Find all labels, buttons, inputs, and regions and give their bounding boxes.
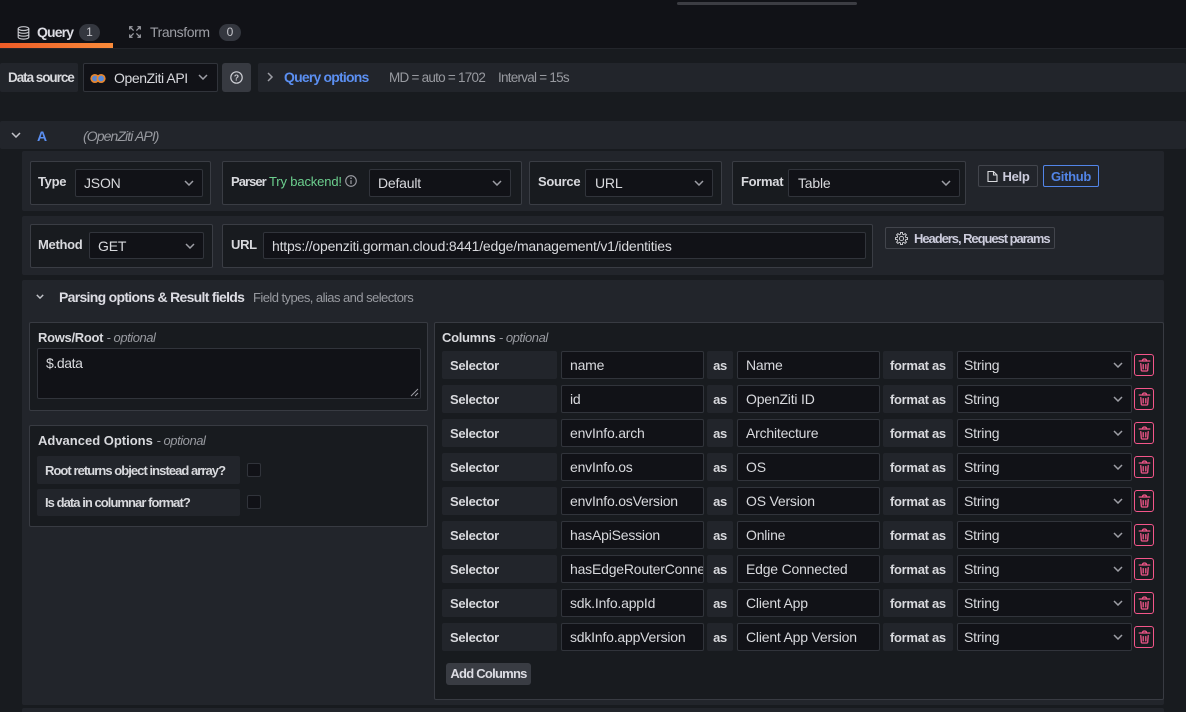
svg-text:?: ? (234, 73, 239, 83)
